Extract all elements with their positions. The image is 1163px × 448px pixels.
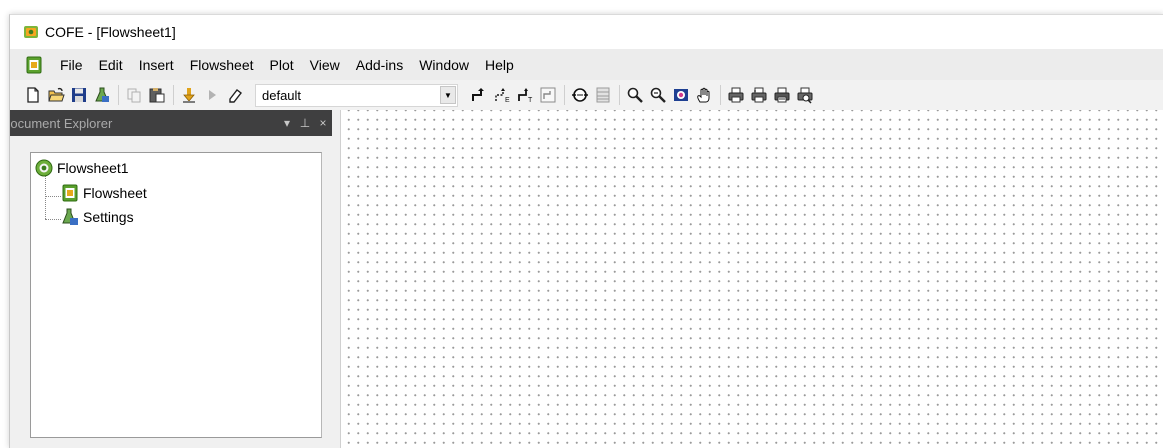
tree-node-settings[interactable]: Settings: [61, 208, 134, 226]
toolbar-separator: [619, 85, 620, 105]
grid-icon[interactable]: [592, 84, 614, 106]
flowsheet-combo[interactable]: default ▼: [255, 83, 458, 107]
tree-node-label: Settings: [83, 209, 134, 225]
print-icon[interactable]: [725, 84, 747, 106]
stream-split-icon[interactable]: E: [491, 84, 513, 106]
tree-node-flowsheet1[interactable]: Flowsheet1: [35, 159, 129, 177]
tree-connector: [45, 196, 61, 197]
svg-text:E: E: [505, 97, 510, 104]
menu-file[interactable]: File: [52, 53, 91, 77]
tree-connector: [45, 175, 46, 219]
title-bar: COFE - [Flowsheet1]: [10, 15, 1163, 49]
document-explorer-panel: Document Explorer ▾ ⊥ × Flowsheet1 Flows…: [10, 110, 332, 448]
app-window: COFE - [Flowsheet1] File Edit Insert Flo…: [9, 14, 1163, 448]
main-toolbar: default ▼ E T: [10, 80, 1163, 110]
play-icon[interactable]: [201, 84, 223, 106]
cofe-app-icon: [24, 26, 38, 38]
new-icon[interactable]: [22, 84, 44, 106]
download-icon[interactable]: [178, 84, 200, 106]
print-all-icon[interactable]: [794, 84, 816, 106]
stream-box-icon[interactable]: [537, 84, 559, 106]
pan-icon[interactable]: [693, 84, 715, 106]
toolbar-separator: [173, 85, 174, 105]
flowsheet-canvas[interactable]: [340, 110, 1163, 448]
flowsheet-root-icon: [35, 159, 53, 177]
settings-flask-icon: [62, 208, 78, 225]
panel-title: Document Explorer: [9, 115, 113, 131]
combo-value: default: [262, 87, 302, 103]
chevron-down-icon[interactable]: ▾: [278, 116, 296, 130]
menu-bar: File Edit Insert Flowsheet Plot View Add…: [10, 49, 1163, 80]
menu-plot[interactable]: Plot: [262, 53, 302, 77]
print-preview-icon[interactable]: [748, 84, 770, 106]
close-icon[interactable]: ×: [314, 116, 332, 130]
open-icon[interactable]: [45, 84, 67, 106]
stream-merge-icon[interactable]: T: [514, 84, 536, 106]
menu-view[interactable]: View: [302, 53, 348, 77]
menu-insert[interactable]: Insert: [131, 53, 182, 77]
stream-icon[interactable]: [468, 84, 490, 106]
svg-text:T: T: [528, 97, 533, 104]
toolbar-separator: [564, 85, 565, 105]
tree-node-label: Flowsheet1: [57, 160, 129, 176]
menu-window[interactable]: Window: [411, 53, 477, 77]
menu-edit[interactable]: Edit: [91, 53, 131, 77]
tree-node-label: Flowsheet: [83, 185, 147, 201]
window-title: COFE - [Flowsheet1]: [45, 24, 176, 40]
zoom-window-icon[interactable]: [670, 84, 692, 106]
copy-icon[interactable]: [123, 84, 145, 106]
toolbar-separator: [720, 85, 721, 105]
toolbar-separator: [118, 85, 119, 105]
eraser-icon[interactable]: [224, 84, 246, 106]
tree-connector: [45, 219, 61, 220]
document-tree: Flowsheet1 Flowsheet Settings: [30, 152, 322, 438]
flowsheet-icon: [62, 184, 78, 202]
panel-header: Document Explorer ▾ ⊥ ×: [10, 110, 332, 136]
tree-node-flowsheet[interactable]: Flowsheet: [61, 184, 147, 202]
paste-icon[interactable]: [146, 84, 168, 106]
zoom-in-icon[interactable]: [624, 84, 646, 106]
document-icon[interactable]: [25, 56, 43, 74]
menu-help[interactable]: Help: [477, 53, 522, 77]
menu-flowsheet[interactable]: Flowsheet: [182, 53, 262, 77]
unit-op-icon[interactable]: [569, 84, 591, 106]
menu-add-ins[interactable]: Add-ins: [348, 53, 411, 77]
print-setup-icon[interactable]: [771, 84, 793, 106]
flask-icon[interactable]: [91, 84, 113, 106]
chevron-down-icon[interactable]: ▼: [440, 86, 456, 104]
pin-icon[interactable]: ⊥: [296, 116, 314, 130]
zoom-out-icon[interactable]: [647, 84, 669, 106]
save-icon[interactable]: [68, 84, 90, 106]
